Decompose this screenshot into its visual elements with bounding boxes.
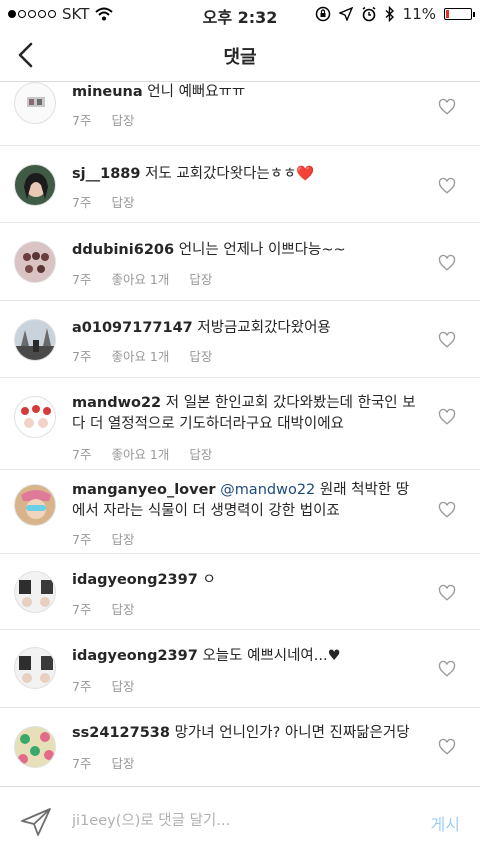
comment-body: 저방금교회갔다왔어용: [197, 320, 331, 336]
avatar[interactable]: [14, 396, 56, 438]
comment-meta: 7주 답장: [72, 599, 134, 618]
comment-item: a01097177147 저방금교회갔다왔어용 7주 좋아요 1개 답장: [0, 301, 480, 378]
like-count[interactable]: 좋아요 1개: [111, 444, 169, 463]
comment-body: 오늘도 예쁘시네여...♥: [202, 648, 341, 664]
avatar[interactable]: [14, 726, 56, 768]
comment-text: idagyeong2397 ㅇ: [72, 570, 422, 591]
paper-plane-icon[interactable]: [20, 807, 52, 837]
location-icon: [338, 7, 353, 21]
comment-text: manganyeo_lover @mandwo22 원래 척박한 땅에서 자라는…: [72, 480, 422, 522]
rotation-lock-icon: [315, 6, 330, 22]
avatar[interactable]: [14, 319, 56, 361]
heart-icon[interactable]: [438, 254, 456, 272]
comment-item: idagyeong2397 오늘도 예쁘시네여...♥ 7주 답장: [0, 630, 480, 708]
comment-item: sj__1889 저도 교회갔다왓다는ㅎㅎ❤️ 7주 답장: [0, 146, 480, 223]
comment-username[interactable]: sj__1889: [72, 166, 140, 182]
comment-text: idagyeong2397 오늘도 예쁘시네여...♥: [72, 646, 422, 667]
bluetooth-icon: [385, 6, 394, 22]
reply-button[interactable]: 답장: [111, 110, 134, 129]
avatar[interactable]: [14, 647, 56, 689]
comment-time: 7주: [72, 679, 92, 694]
reply-button[interactable]: 답장: [189, 269, 212, 288]
comment-mention[interactable]: @mandwo22: [220, 482, 315, 498]
comment-item: ddubini6206 언니는 언제나 이쁘다능~~ 7주 좋아요 1개 답장: [0, 223, 480, 301]
comment-list[interactable]: mineuna 언니 예뻐요ㅠㅠ 7주 답장 sj__1889 저도 교회갔다왓…: [0, 82, 480, 784]
heart-icon[interactable]: [438, 177, 456, 195]
comment-meta: 7주 답장: [72, 529, 134, 548]
heart-icon[interactable]: [438, 501, 456, 519]
comment-meta: 7주 답장: [72, 192, 134, 211]
battery-icon: [444, 8, 475, 20]
comment-item: idagyeong2397 ㅇ 7주 답장: [0, 554, 480, 630]
comment-meta: 7주 답장: [72, 676, 134, 695]
comment-meta: 7주 좋아요 1개 답장: [72, 444, 212, 463]
comment-input[interactable]: [72, 807, 402, 835]
comment-time: 7주: [72, 272, 92, 287]
comment-item: manganyeo_lover @mandwo22 원래 척박한 땅에서 자라는…: [0, 470, 480, 554]
comment-item: ss24127538 망가녀 언니인가? 아니면 진짜닮은거당 7주 답장: [0, 708, 480, 784]
comment-username[interactable]: a01097177147: [72, 320, 193, 336]
comment-time: 7주: [72, 756, 92, 771]
comment-body: 저도 교회갔다왓다는ㅎㅎ❤️: [145, 166, 315, 182]
battery-fill: [446, 10, 449, 18]
comment-body: 망가녀 언니인가? 아니면 진짜닮은거당: [174, 725, 410, 741]
comment-meta: 7주 답장: [72, 110, 134, 129]
comment-body: ㅇ: [202, 572, 216, 588]
comment-input-bar: 게시: [0, 786, 480, 854]
heart-icon[interactable]: [438, 331, 456, 349]
avatar[interactable]: [14, 484, 56, 526]
avatar[interactable]: [14, 571, 56, 613]
comment-time: 7주: [72, 349, 92, 364]
avatar[interactable]: [14, 82, 56, 124]
reply-button[interactable]: 답장: [189, 444, 212, 463]
heart-icon[interactable]: [438, 660, 456, 678]
heart-icon[interactable]: [438, 584, 456, 602]
comment-time: 7주: [72, 195, 92, 210]
status-bar: SKT 오후 2:32 11%: [0, 0, 480, 28]
reply-button[interactable]: 답장: [111, 676, 134, 695]
avatar[interactable]: [14, 164, 56, 206]
comment-username[interactable]: manganyeo_lover: [72, 482, 216, 498]
comment-username[interactable]: mineuna: [72, 84, 143, 100]
comment-meta: 7주 답장: [72, 753, 134, 772]
comment-username[interactable]: ss24127538: [72, 725, 170, 741]
comment-time: 7주: [72, 113, 92, 128]
page-title: 댓글: [223, 47, 257, 68]
alarm-icon: [362, 6, 376, 22]
reply-button[interactable]: 답장: [111, 192, 134, 211]
post-button[interactable]: 게시: [431, 811, 460, 835]
comment-text: sj__1889 저도 교회갔다왓다는ㅎㅎ❤️: [72, 164, 422, 185]
comment-time: 7주: [72, 602, 92, 617]
like-count[interactable]: 좋아요 1개: [111, 269, 169, 288]
heart-icon[interactable]: [438, 738, 456, 756]
comment-item: mineuna 언니 예뻐요ㅠㅠ 7주 답장: [0, 82, 480, 146]
comment-time: 7주: [72, 532, 92, 547]
comment-meta: 7주 좋아요 1개 답장: [72, 346, 212, 365]
comment-username[interactable]: idagyeong2397: [72, 648, 198, 664]
comment-text: mandwo22 저 일본 한인교회 갔다와봤는데 한국인 보다 더 열정적으로…: [72, 393, 422, 435]
comment-text: ddubini6206 언니는 언제나 이쁘다능~~: [72, 240, 422, 261]
comment-text: mineuna 언니 예뻐요ㅠㅠ: [72, 82, 422, 103]
heart-icon[interactable]: [438, 98, 456, 116]
like-count[interactable]: 좋아요 1개: [111, 346, 169, 365]
comment-text: ss24127538 망가녀 언니인가? 아니면 진짜닮은거당: [72, 723, 422, 744]
avatar[interactable]: [14, 241, 56, 283]
comment-time: 7주: [72, 447, 92, 462]
comment-item: mandwo22 저 일본 한인교회 갔다와봤는데 한국인 보다 더 열정적으로…: [0, 378, 480, 470]
reply-button[interactable]: 답장: [189, 346, 212, 365]
comment-body: 언니 예뻐요ㅠㅠ: [147, 84, 246, 100]
comment-meta: 7주 좋아요 1개 답장: [72, 269, 212, 288]
comment-username[interactable]: idagyeong2397: [72, 572, 198, 588]
battery-percent: 11%: [402, 5, 436, 23]
heart-icon[interactable]: [438, 408, 456, 426]
reply-button[interactable]: 답장: [111, 529, 134, 548]
reply-button[interactable]: 답장: [111, 753, 134, 772]
comment-body: 언니는 언제나 이쁘다능~~: [178, 242, 346, 258]
comment-username[interactable]: mandwo22: [72, 395, 161, 411]
header: 댓글: [0, 28, 480, 82]
comment-text: a01097177147 저방금교회갔다왔어용: [72, 318, 422, 339]
comment-username[interactable]: ddubini6206: [72, 242, 174, 258]
status-right: 11%: [315, 5, 475, 23]
reply-button[interactable]: 답장: [111, 599, 134, 618]
